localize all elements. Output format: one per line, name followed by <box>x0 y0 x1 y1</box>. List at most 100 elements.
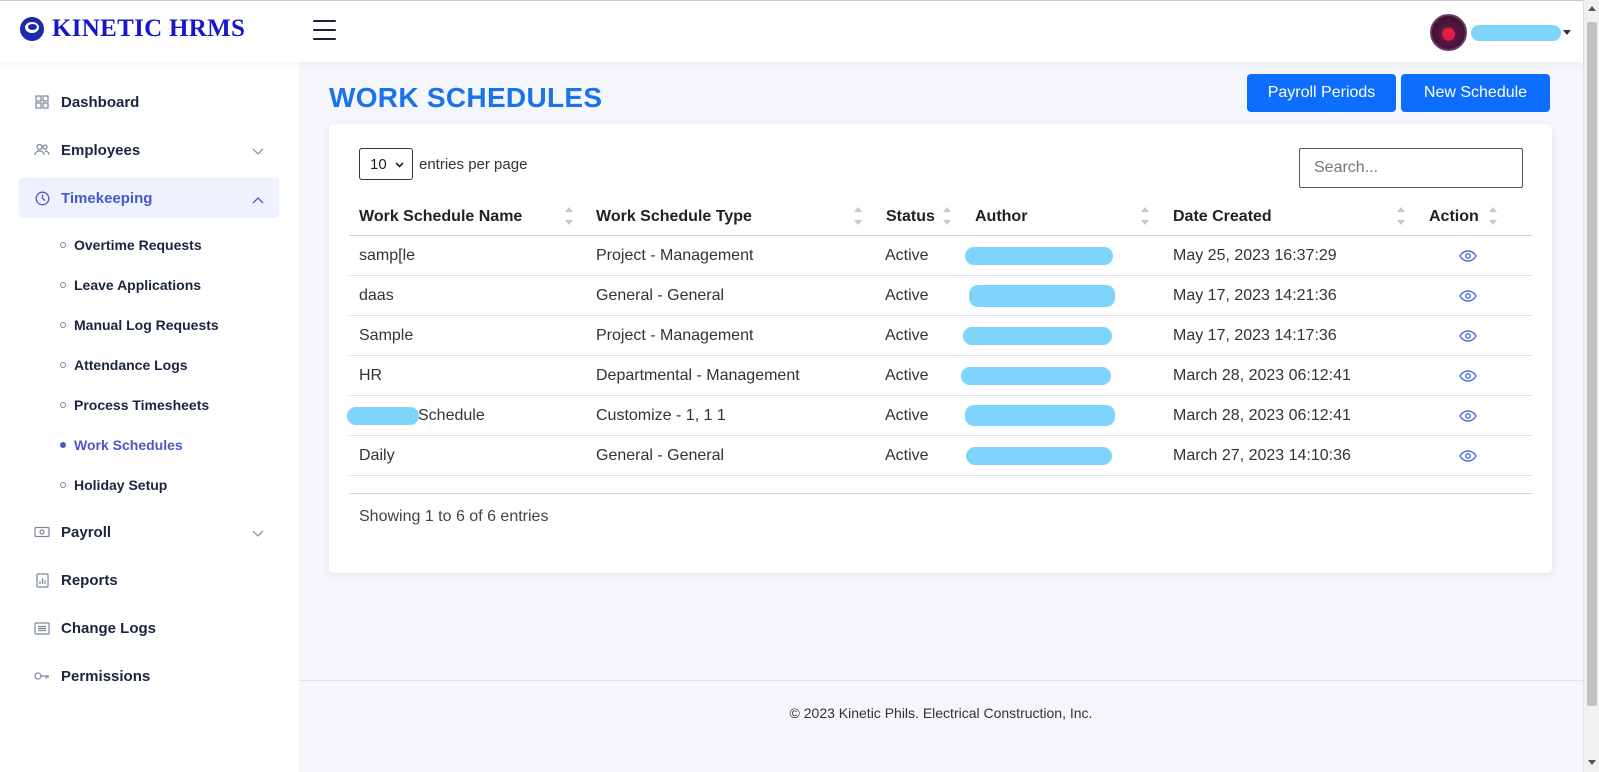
sidebar-subitem-label: Attendance Logs <box>74 357 188 373</box>
cell-date: March 28, 2023 06:12:41 <box>1173 407 1351 424</box>
cell-name: HR <box>359 367 383 384</box>
user-menu[interactable] <box>1430 14 1571 51</box>
author-redacted <box>965 405 1115 426</box>
view-eye-icon[interactable] <box>1459 249 1477 263</box>
sidebar-subitem-overtime-requests[interactable]: Overtime Requests <box>60 237 202 253</box>
cell-date: March 27, 2023 14:10:36 <box>1173 447 1351 464</box>
cell-type: Project - Management <box>596 247 754 264</box>
payroll-periods-button[interactable]: Payroll Periods <box>1247 74 1396 112</box>
sidebar-item-label: Change Logs <box>61 619 157 637</box>
sidebar-subitem-label: Work Schedules <box>74 437 183 453</box>
user-name-redacted <box>1471 24 1561 41</box>
cell-type: Project - Management <box>596 327 754 344</box>
view-eye-icon[interactable] <box>1459 369 1477 383</box>
scrollbar-thumb[interactable] <box>1587 22 1597 706</box>
key-icon <box>34 669 50 683</box>
search-input[interactable] <box>1299 148 1523 188</box>
brand[interactable]: KINETIC HRMS <box>20 15 245 43</box>
sidebar-item-label: Employees <box>61 141 141 159</box>
sidebar-subitem-attendance-logs[interactable]: Attendance Logs <box>60 357 188 373</box>
sidebar-item-permissions[interactable]: Permissions <box>19 656 279 696</box>
sidebar-item-reports[interactable]: Reports <box>19 560 279 600</box>
sort-icon[interactable] <box>1489 207 1497 225</box>
column-header-status[interactable]: Status <box>886 208 935 226</box>
sidebar-item-timekeeping[interactable]: Timekeeping <box>19 178 279 218</box>
cell-date: March 28, 2023 06:12:41 <box>1173 367 1351 384</box>
author-redacted <box>961 367 1111 385</box>
table-row: samp[le Project - Management Active May … <box>349 236 1532 276</box>
bullet-icon <box>60 442 66 448</box>
money-icon <box>34 525 50 539</box>
cell-status: Active <box>885 327 929 344</box>
sidebar-item-label: Payroll <box>61 523 112 541</box>
report-icon <box>34 572 50 588</box>
bullet-icon <box>60 362 66 368</box>
menu-toggle-icon[interactable] <box>313 20 336 40</box>
copyright-text: © 2023 Kinetic Phils. Electrical Constru… <box>789 705 1093 721</box>
bullet-icon <box>60 482 66 488</box>
view-eye-icon[interactable] <box>1459 409 1477 423</box>
chevron-down-icon <box>252 525 264 542</box>
entries-per-page: 10 entries per page <box>359 148 527 180</box>
avatar[interactable] <box>1430 14 1467 51</box>
clock-icon <box>34 191 50 205</box>
sidebar-item-change-logs[interactable]: Change Logs <box>19 608 279 648</box>
table-footer-divider <box>349 493 1532 494</box>
cell-type: General - General <box>596 447 725 464</box>
author-redacted <box>965 247 1113 265</box>
sidebar-item-label: Permissions <box>61 667 151 685</box>
view-eye-icon[interactable] <box>1459 449 1477 463</box>
bullet-icon <box>60 242 66 248</box>
sort-icon[interactable] <box>1141 207 1149 225</box>
sort-icon[interactable] <box>943 207 951 225</box>
column-header-author[interactable]: Author <box>975 208 1027 226</box>
bullet-icon <box>60 322 66 328</box>
chevron-down-icon <box>252 143 264 160</box>
page-footer: © 2023 Kinetic Phils. Electrical Constru… <box>299 680 1583 772</box>
cell-name: Daily <box>359 447 395 464</box>
column-header-action: Action <box>1429 208 1479 225</box>
view-eye-icon[interactable] <box>1459 289 1477 303</box>
sort-icon[interactable] <box>854 207 862 225</box>
cell-status: Active <box>885 247 929 264</box>
cell-status: Active <box>885 447 929 464</box>
cell-name: daas <box>359 287 394 304</box>
cell-status: Active <box>885 367 929 384</box>
brand-name: KINETIC HRMS <box>52 15 246 42</box>
sidebar: Dashboard Employees Timekeeping Overtime… <box>0 62 299 772</box>
sidebar-subitem-label: Overtime Requests <box>74 237 202 253</box>
grid-icon <box>34 95 50 109</box>
sidebar-subitem-process-timesheets[interactable]: Process Timesheets <box>60 397 209 413</box>
view-eye-icon[interactable] <box>1459 329 1477 343</box>
table-row: daas General - General Active May 17, 20… <box>349 276 1532 316</box>
sidebar-subitem-manual-log-requests[interactable]: Manual Log Requests <box>60 317 219 333</box>
sort-icon[interactable] <box>1397 207 1405 225</box>
cell-date: May 17, 2023 14:21:36 <box>1173 287 1337 304</box>
column-header-type[interactable]: Work Schedule Type <box>596 208 752 226</box>
cell-status: Active <box>885 287 929 304</box>
sidebar-subitem-label: Leave Applications <box>74 277 202 293</box>
table-header: Work Schedule Name Work Schedule Type St… <box>349 198 1532 236</box>
sidebar-item-dashboard[interactable]: Dashboard <box>19 82 279 122</box>
table-row: Sample Project - Management Active May 1… <box>349 316 1532 356</box>
sidebar-item-employees[interactable]: Employees <box>19 130 279 170</box>
column-header-date[interactable]: Date Created <box>1173 208 1272 226</box>
cell-type: Departmental - Management <box>596 367 800 384</box>
scroll-up-icon[interactable] <box>1588 6 1596 11</box>
sidebar-subitem-leave-applications[interactable]: Leave Applications <box>60 277 201 293</box>
sidebar-subitem-holiday-setup[interactable]: Holiday Setup <box>60 477 167 493</box>
sidebar-subitem-label: Holiday Setup <box>74 477 168 493</box>
scroll-down-icon[interactable] <box>1588 760 1596 765</box>
sidebar-subitem-work-schedules[interactable]: Work Schedules <box>60 437 183 453</box>
bullet-icon <box>60 402 66 408</box>
vertical-scrollbar[interactable] <box>1583 0 1599 772</box>
per-page-select[interactable]: 10 <box>359 148 413 180</box>
cell-type: Customize - 1, 1 1 <box>596 407 726 424</box>
chevron-up-icon <box>252 191 264 208</box>
new-schedule-button[interactable]: New Schedule <box>1401 74 1550 112</box>
column-header-name[interactable]: Work Schedule Name <box>359 208 522 226</box>
sort-icon[interactable] <box>565 207 573 225</box>
caret-down-icon[interactable] <box>1563 30 1571 35</box>
list-icon <box>34 621 50 635</box>
sidebar-item-payroll[interactable]: Payroll <box>19 512 279 552</box>
